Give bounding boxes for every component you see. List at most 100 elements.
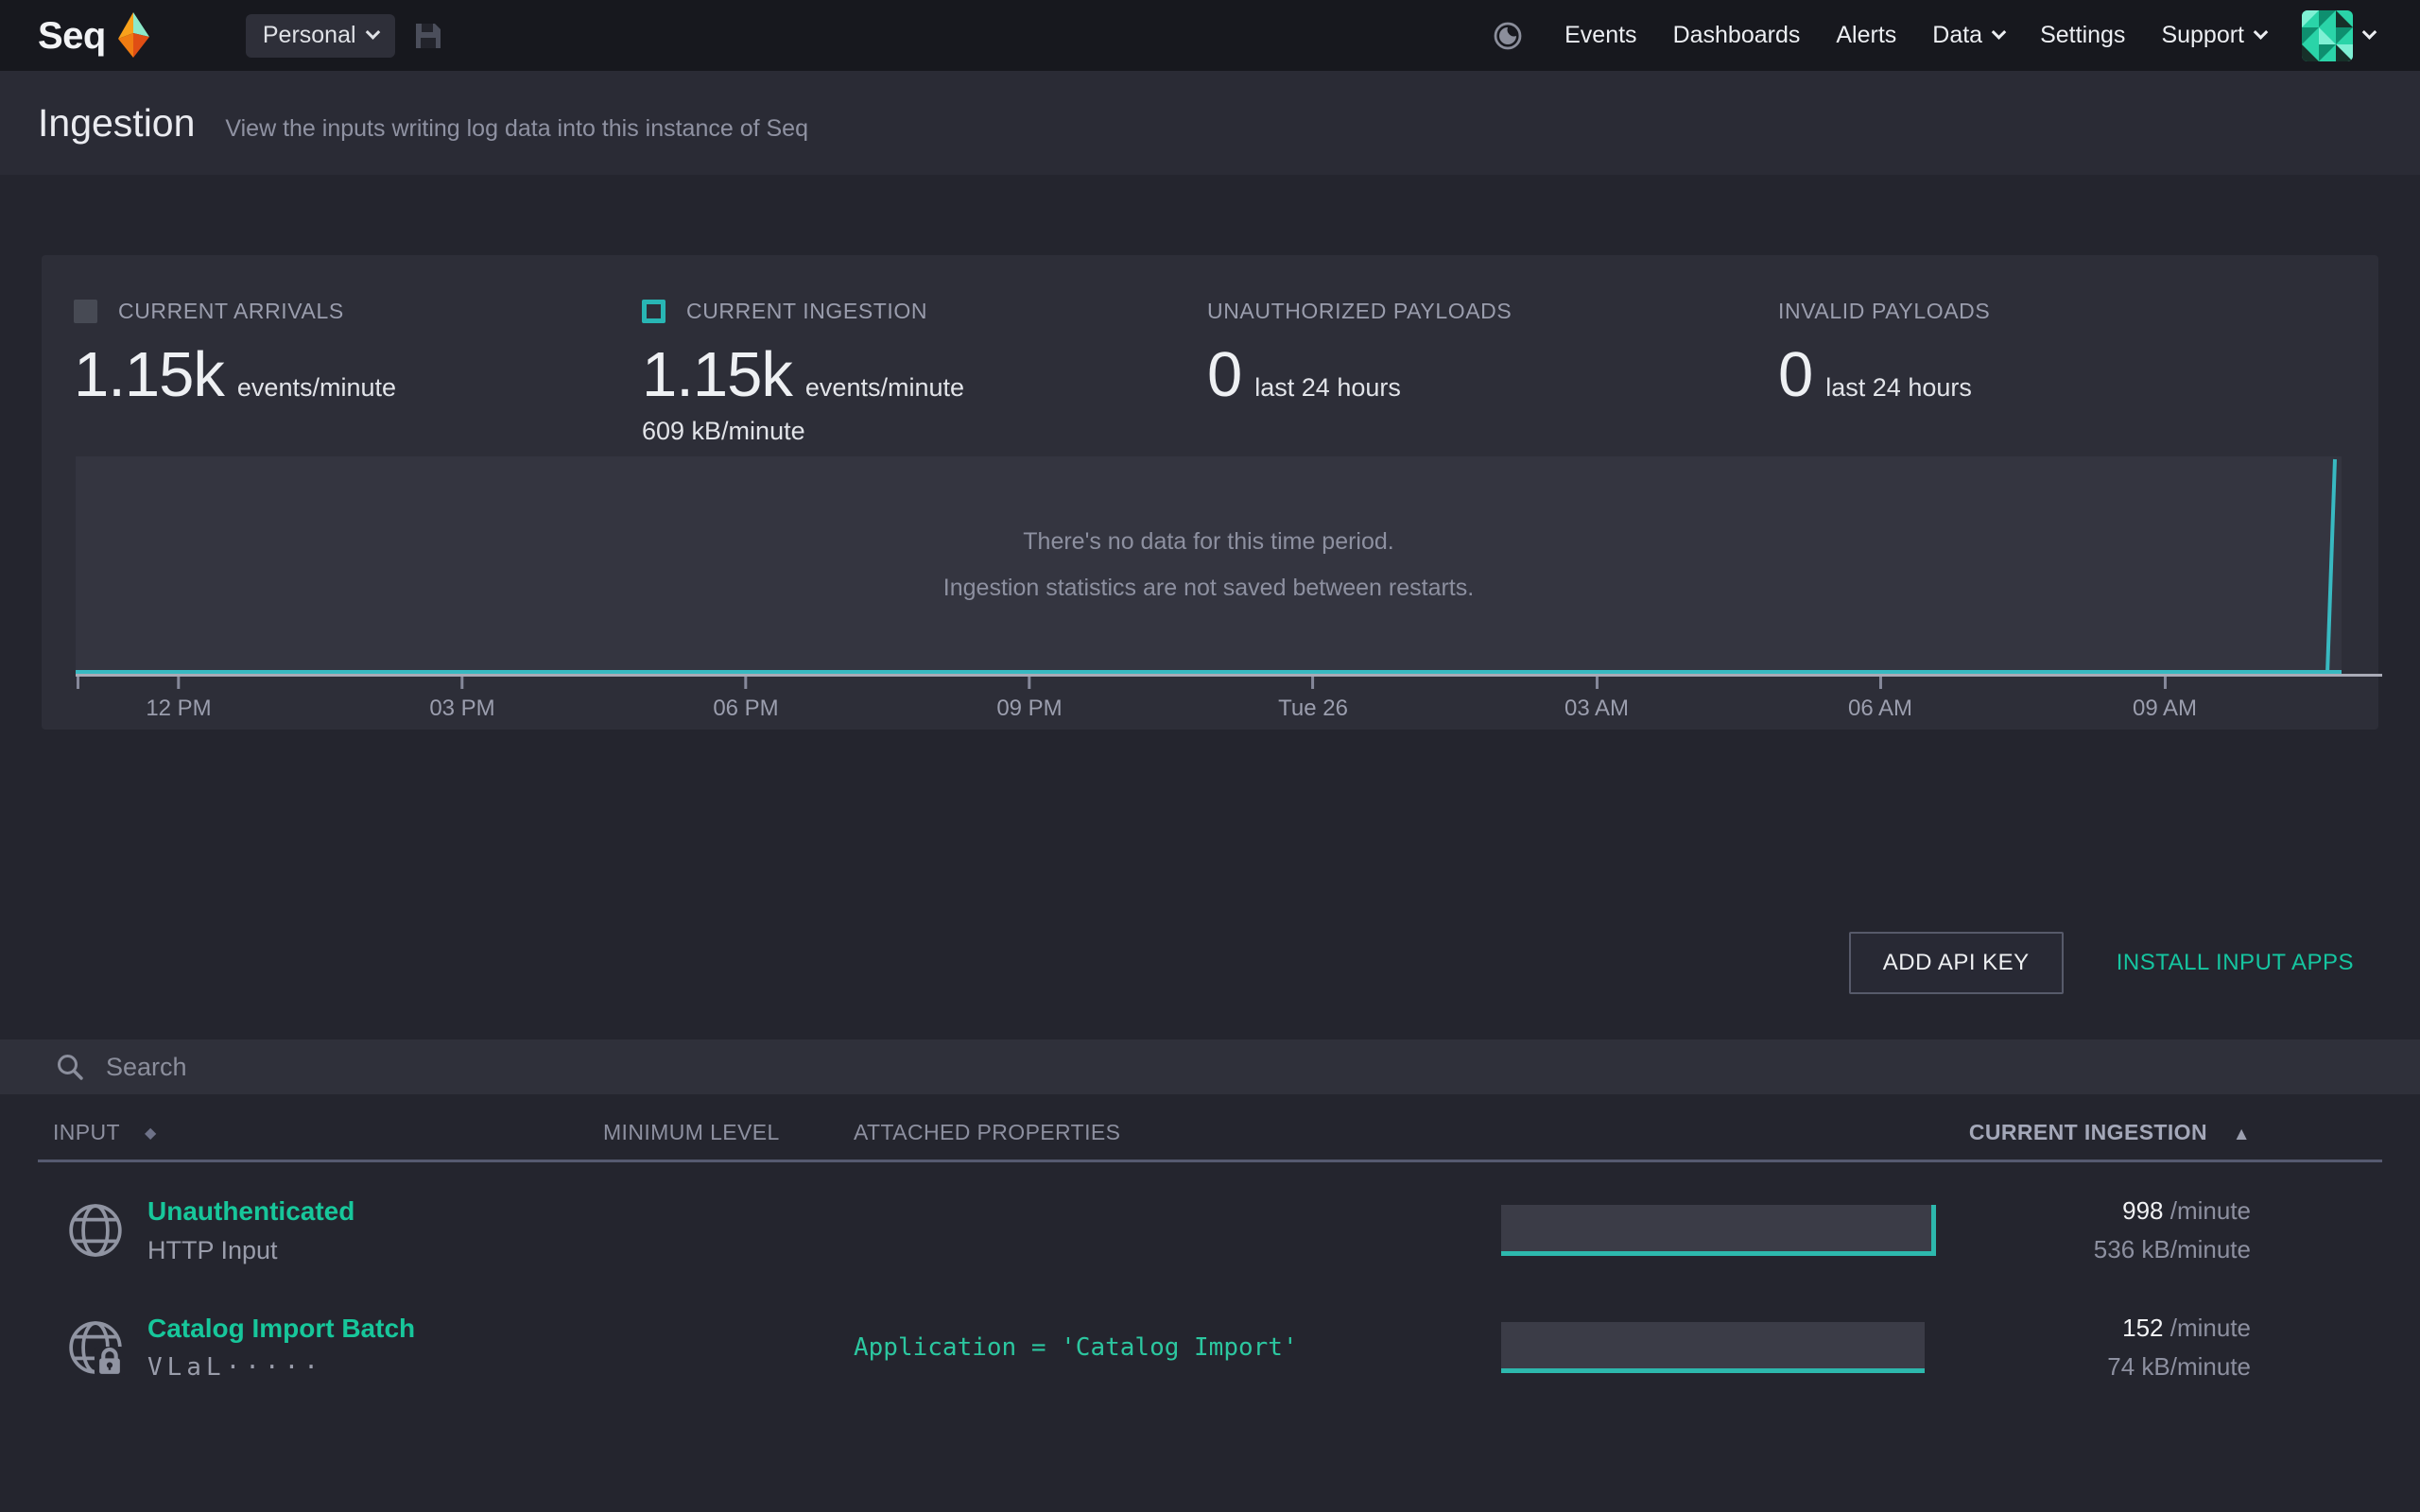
page-title: Ingestion [38,101,196,145]
nav-item-label: Events [1564,22,1637,48]
legend-current-ingestion[interactable]: CURRENT INGESTION [642,297,964,325]
stat-value: 1.15k [74,339,225,410]
axis-tick-label: 03 PM [429,696,495,721]
workspace-label: Personal [262,22,356,48]
rate-value: 998 [2122,1196,2164,1225]
axis-tick-mark [744,677,748,689]
legend-current-arrivals[interactable]: CURRENT ARRIVALS [74,297,396,325]
search-input[interactable] [106,1052,2395,1082]
chevron-down-icon [365,25,380,40]
nav-item-label: Support [2161,22,2244,48]
axis-tick-mark [1878,677,1882,689]
axis-tick-label: 03 AM [1564,696,1630,721]
rate-value: 152 [2122,1314,2164,1342]
nav-item-support[interactable]: Support [2161,22,2269,49]
nav-links: Events Dashboards Alerts Data Settings S… [1493,9,2377,61]
nav-item-data[interactable]: Data [1932,22,2007,49]
axis-tick-label: 06 PM [713,696,779,721]
nav-item-label: Settings [2040,22,2126,48]
table-header: INPUT ◆ MINIMUM LEVEL ATTACHED PROPERTIE… [38,1106,2382,1162]
table-row[interactable]: Unauthenticated HTTP Input 998 /minute 5… [38,1185,2382,1276]
nav-item-settings[interactable]: Settings [2040,22,2125,49]
input-cell: Unauthenticated HTTP Input [38,1196,603,1265]
axis-tick: 03 PM [429,677,495,722]
brand-name: Seq [38,14,106,57]
chart-empty-line1: There's no data for this time period. [1023,528,1394,555]
volume-value: 536 kB/minute [2093,1235,2251,1263]
stat-label: UNAUTHORIZED PAYLOADS [1207,298,1512,323]
stat-value: 1.15k [642,339,793,410]
attached-properties-cell: Application = 'Catalog Import' [854,1333,1298,1362]
stat-label: CURRENT INGESTION [686,298,928,323]
axis-tick: 06 PM [713,677,779,722]
workspace-selector[interactable]: Personal [245,13,395,58]
nav-item-label: Alerts [1836,22,1897,48]
chart-empty-line2: Ingestion statistics are not saved betwe… [942,575,1475,601]
nav-item-events[interactable]: Events [1564,22,1636,49]
input-cell: Catalog Import Batch VLaL····· [38,1314,603,1382]
stat-value: 0 [1778,339,1813,410]
legend-swatch-gray [74,299,97,323]
dark-mode-toggle[interactable] [1493,21,1523,51]
nav-item-label: Data [1932,22,1983,48]
page-subtitle: View the inputs writing log data into th… [225,115,808,142]
stat-label: INVALID PAYLOADS [1778,298,1991,323]
save-workspace-button[interactable] [412,20,444,52]
stat-label: CURRENT ARRIVALS [118,298,344,323]
input-name-link[interactable]: Catalog Import Batch [147,1314,415,1344]
user-menu[interactable] [2302,9,2377,61]
axis-tick-label: 09 PM [996,696,1063,721]
axis-tick-mark [1028,677,1031,689]
stat-unauthorized-payloads: UNAUTHORIZED PAYLOADS 0 last 24 hours [1207,297,1512,411]
search-icon [58,1055,83,1080]
nav-item-dashboards[interactable]: Dashboards [1673,22,1801,49]
ingestion-chart: There's no data for this time period. In… [76,456,2342,674]
column-header-minimum-level: MINIMUM LEVEL [603,1120,780,1144]
spark-cell [1465,1205,1938,1256]
avatar [2302,9,2353,61]
sparkline-spike [1931,1205,1936,1256]
top-nav: Seq Personal Events Dashboards Alerts Da… [0,0,2420,71]
rate-unit: /minute [2169,1196,2251,1225]
seq-logo[interactable]: Seq [38,9,151,63]
axis-tick-label: 06 AM [1847,696,1913,721]
moon-icon [1494,22,1522,49]
current-ingestion-cell: 152 /minute 74 kB/minute [1938,1314,2382,1382]
volume-value: 74 kB/minute [2107,1352,2251,1381]
ingestion-sparkline [1501,1322,1925,1373]
column-header-current-ingestion[interactable]: CURRENT INGESTION ▲ [1938,1120,2382,1145]
save-icon [415,23,441,48]
axis-tick-label: 09 AM [2132,696,2198,721]
column-header-input[interactable]: INPUT ◆ [38,1120,603,1145]
axis-tick-mark [177,677,181,689]
input-name-link[interactable]: Unauthenticated [147,1196,354,1227]
column-header-attached-properties: ATTACHED PROPERTIES [854,1120,1121,1144]
column-label: CURRENT INGESTION [1968,1120,2207,1144]
axis-tick-mark [77,677,79,689]
axis-tick: 03 AM [1564,677,1629,722]
globe-icon [69,1204,122,1257]
page-header: Ingestion View the inputs writing log da… [0,71,2420,175]
axis-tick: 09 PM [996,677,1063,722]
stat-value: 0 [1207,339,1242,410]
axis-tick-label: Tue 26 [1278,696,1348,721]
legend-swatch-teal [642,299,666,323]
ingestion-sparkline [1501,1205,1936,1256]
chart-axis-ticks: 12 PM 03 PM 06 PM 09 PM Tue 26 03 AM 06 … [76,677,2342,726]
nav-item-alerts[interactable]: Alerts [1836,22,1896,49]
ingestion-metrics-panel: CURRENT ARRIVALS 1.15k events/minute CUR… [42,255,2382,730]
axis-tick: 12 PM [146,677,212,722]
actions-row: ADD API KEY INSTALL INPUT APPS [1848,932,2354,994]
stat-unit: events/minute [804,373,964,402]
spark-cell [1465,1322,1938,1373]
chevron-down-icon [1991,25,2007,40]
add-api-key-button[interactable]: ADD API KEY [1848,932,2064,994]
axis-tick-mark [1311,677,1315,689]
stat-unit: last 24 hours [1825,373,1972,402]
table-row[interactable]: Catalog Import Batch VLaL····· Applicati… [38,1302,2382,1393]
stat-unit: last 24 hours [1254,373,1401,402]
search-bar [0,1040,2420,1094]
axis-tick-mark [1595,677,1599,689]
install-input-apps-link[interactable]: INSTALL INPUT APPS [2117,950,2354,976]
column-label: INPUT [53,1120,120,1144]
